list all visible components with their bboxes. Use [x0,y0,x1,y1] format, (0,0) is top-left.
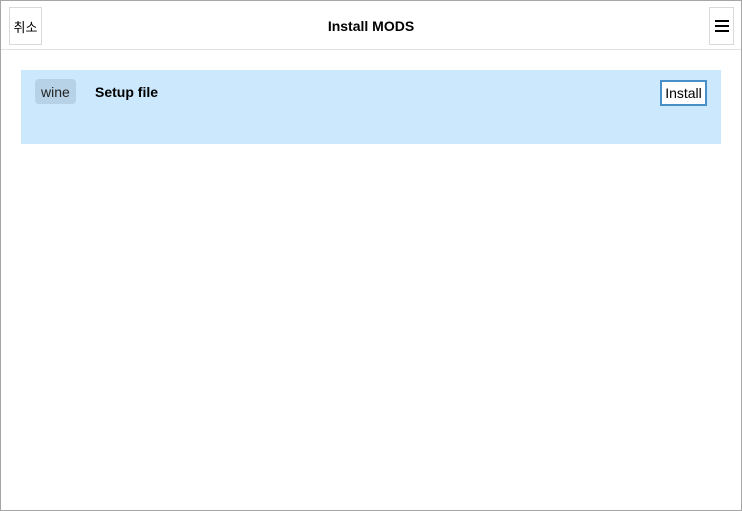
menu-button[interactable] [709,7,734,45]
page-title: Install MODS [327,17,415,34]
item-name: Setup file [95,83,159,100]
app-window: 취소 Install MODS wine Setup file Install [0,0,742,511]
list-item[interactable]: wine Setup file Install [21,70,721,144]
install-button[interactable]: Install [660,80,707,106]
header-bar: 취소 Install MODS [1,1,741,50]
cancel-button[interactable]: 취소 [9,7,42,45]
mod-list: wine Setup file Install [21,70,721,144]
item-tag: wine [35,79,76,104]
hamburger-menu-icon [714,20,729,32]
